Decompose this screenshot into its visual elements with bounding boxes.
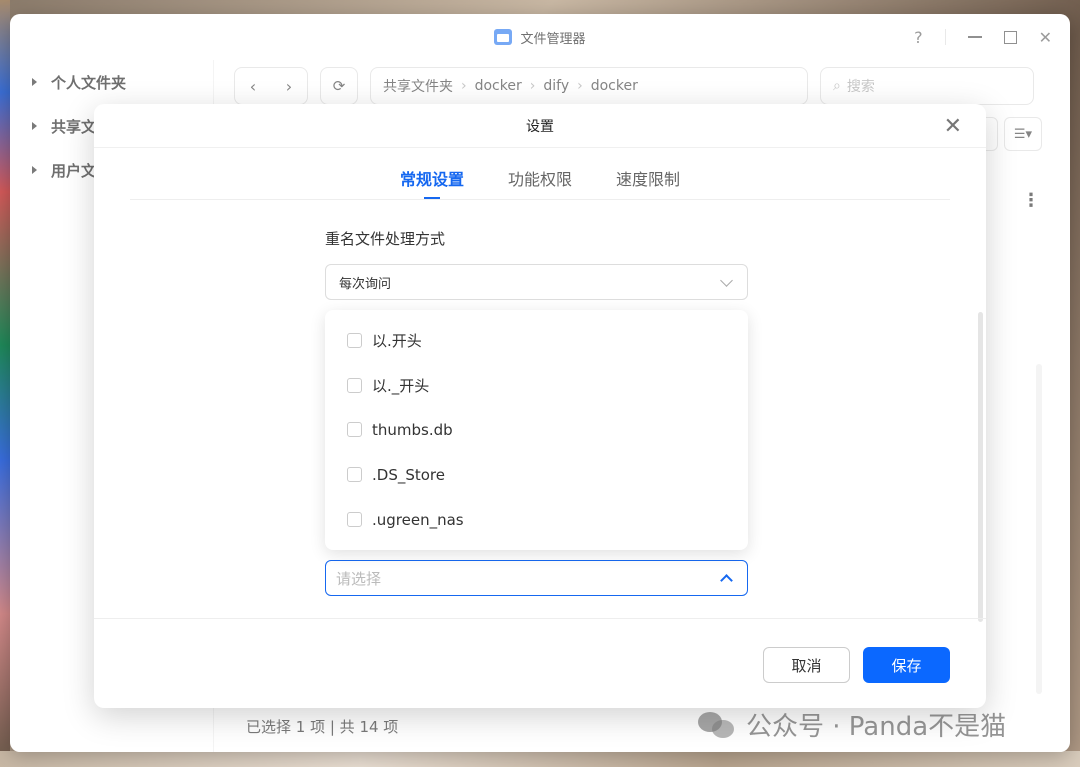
save-button[interactable]: 保存 xyxy=(863,647,950,683)
watermark: 公众号 · Panda不是猫 xyxy=(698,706,1006,743)
desktop-background-strip xyxy=(0,0,10,767)
dropdown-option[interactable]: thumbs.db xyxy=(325,408,748,453)
rename-handling-select[interactable]: 每次询问 xyxy=(325,264,748,300)
option-checkbox[interactable] xyxy=(347,422,362,438)
rename-handling-value: 每次询问 xyxy=(339,276,392,292)
dropdown-option[interactable]: .DS_Store xyxy=(325,452,748,497)
option-label: 以._开头 xyxy=(372,376,430,395)
option-label: thumbs.db xyxy=(372,420,453,439)
desktop-background-bottom xyxy=(0,751,1080,767)
hidden-files-dropdown: 以.开头 以._开头 thumbs.db .DS_Store .ugreen_n… xyxy=(325,310,748,550)
tab-general[interactable]: 常规设置 xyxy=(400,156,464,199)
option-checkbox[interactable] xyxy=(347,512,362,528)
dialog-footer: 取消 保存 xyxy=(94,618,986,708)
dialog-title: 设置 xyxy=(526,118,554,135)
option-checkbox[interactable] xyxy=(347,467,362,483)
option-checkbox[interactable] xyxy=(347,332,362,348)
tab-permissions[interactable]: 功能权限 xyxy=(508,156,572,199)
option-label: 以.开头 xyxy=(372,331,422,350)
tab-speed-limit[interactable]: 速度限制 xyxy=(616,156,680,199)
dialog-header: 设置 ✕ xyxy=(94,104,986,148)
settings-dialog: 设置 ✕ 常规设置 功能权限 速度限制 重名文件处理方式 每次询问 以.开头 以… xyxy=(94,104,986,708)
option-checkbox[interactable] xyxy=(347,377,362,393)
hidden-files-select[interactable]: 请选择 xyxy=(325,560,748,596)
dropdown-option[interactable]: 以._开头 xyxy=(325,363,748,408)
dropdown-option[interactable]: .ugreen_nas xyxy=(325,497,748,542)
dropdown-option[interactable]: 以.开头 xyxy=(325,318,748,363)
chevron-up-icon xyxy=(720,574,733,587)
hidden-files-placeholder: 请选择 xyxy=(336,569,382,588)
rename-handling-label: 重名文件处理方式 xyxy=(325,230,446,248)
chevron-down-icon xyxy=(720,274,733,287)
watermark-text: 公众号 · Panda不是猫 xyxy=(746,712,1007,742)
close-icon[interactable]: ✕ xyxy=(944,114,962,139)
dialog-scrollbar[interactable] xyxy=(978,312,983,622)
settings-tabs: 常规设置 功能权限 速度限制 xyxy=(130,156,950,200)
cancel-button[interactable]: 取消 xyxy=(763,647,850,683)
option-label: .DS_Store xyxy=(372,465,445,484)
wechat-icon xyxy=(698,710,736,740)
option-label: .ugreen_nas xyxy=(372,510,464,529)
